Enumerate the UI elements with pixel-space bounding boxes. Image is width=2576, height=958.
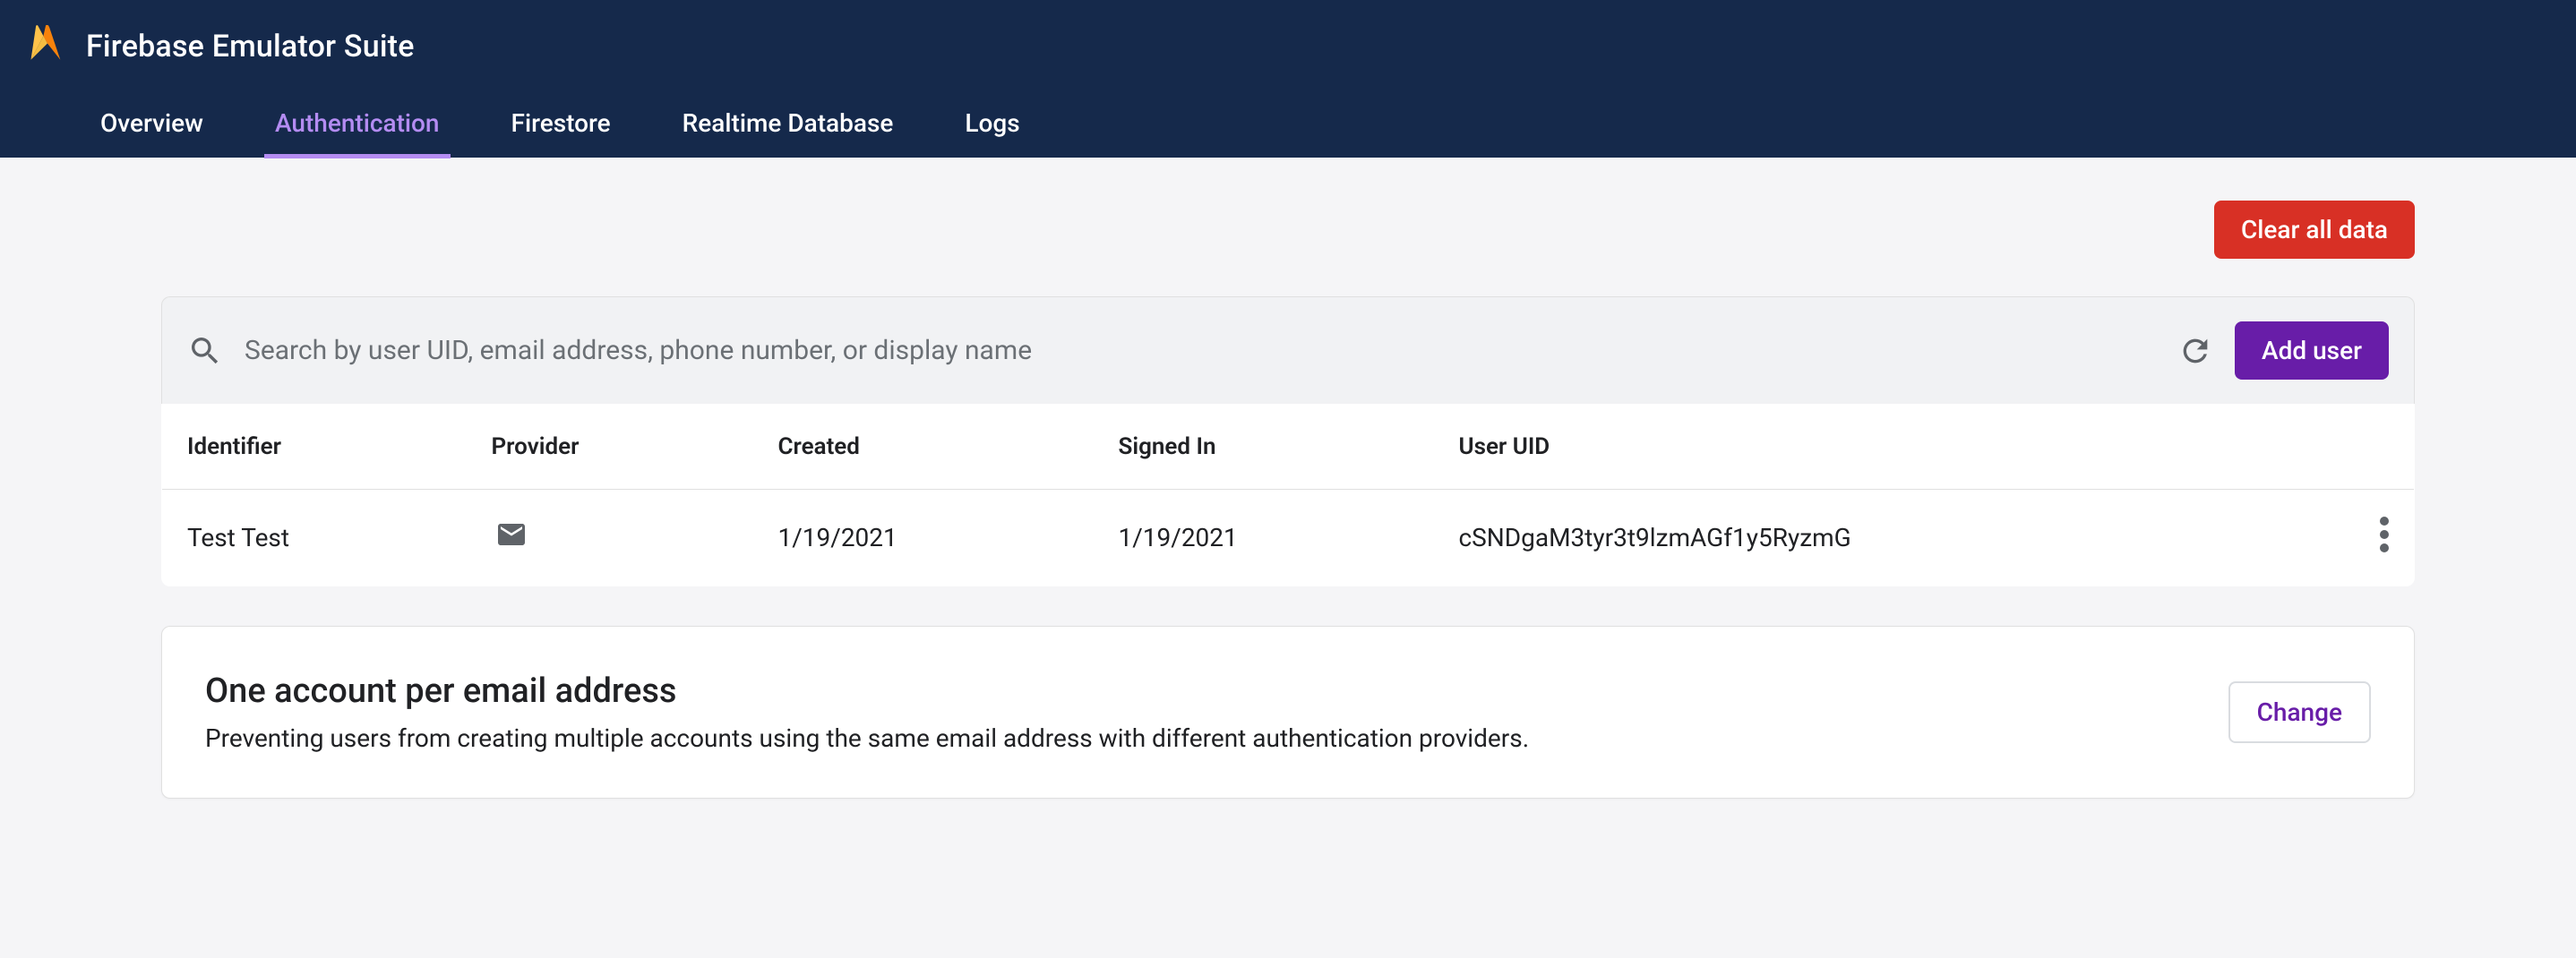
- more-vert-icon[interactable]: [2380, 517, 2389, 552]
- nav-tabs: Overview Authentication Firestore Realti…: [0, 95, 2576, 158]
- email-icon: [492, 518, 531, 551]
- col-header-created: Created: [753, 405, 1094, 490]
- cell-provider: [467, 490, 753, 586]
- account-settings-text: One account per email address Preventing…: [205, 671, 2193, 753]
- top-actions: Clear all data: [161, 201, 2415, 259]
- clear-all-data-button[interactable]: Clear all data: [2214, 201, 2415, 259]
- tab-realtime-database[interactable]: Realtime Database: [672, 92, 905, 158]
- search-bar: Add user: [161, 296, 2415, 404]
- cell-user-uid: cSNDgaM3tyr3t9lzmAGf1y5RyzmG: [1434, 490, 2325, 586]
- refresh-icon[interactable]: [2177, 333, 2213, 369]
- app-title: Firebase Emulator Suite: [86, 29, 415, 64]
- account-settings-card: One account per email address Preventing…: [161, 626, 2415, 799]
- tab-firestore[interactable]: Firestore: [501, 92, 622, 158]
- users-table: Identifier Provider Created Signed In Us…: [161, 404, 2415, 586]
- cell-signed-in: 1/19/2021: [1094, 490, 1434, 586]
- table-row: Test Test 1/19/2021 1/19/2021 cSNDgaM3ty…: [162, 490, 2415, 586]
- header-top: Firebase Emulator Suite: [0, 0, 2576, 68]
- tab-logs[interactable]: Logs: [954, 92, 1030, 158]
- tab-overview[interactable]: Overview: [90, 92, 214, 158]
- firebase-logo-icon: [29, 25, 64, 68]
- cell-actions: [2325, 490, 2415, 586]
- account-settings-title: One account per email address: [205, 671, 2193, 711]
- col-header-identifier: Identifier: [162, 405, 467, 490]
- col-header-actions: [2325, 405, 2415, 490]
- app-header: Firebase Emulator Suite Overview Authent…: [0, 0, 2576, 158]
- search-icon: [187, 333, 223, 369]
- col-header-user-uid: User UID: [1434, 405, 2325, 490]
- users-panel: Add user Identifier Provider Created Sig…: [161, 296, 2415, 586]
- main-content: Clear all data Add user Identifier Provi…: [0, 158, 2576, 799]
- account-settings-desc: Preventing users from creating multiple …: [205, 723, 2193, 753]
- cell-created: 1/19/2021: [753, 490, 1094, 586]
- cell-identifier: Test Test: [162, 490, 467, 586]
- tab-authentication[interactable]: Authentication: [264, 92, 451, 158]
- col-header-signed-in: Signed In: [1094, 405, 1434, 490]
- search-input[interactable]: [245, 335, 2156, 366]
- add-user-button[interactable]: Add user: [2235, 321, 2389, 380]
- col-header-provider: Provider: [467, 405, 753, 490]
- change-button[interactable]: Change: [2228, 681, 2371, 743]
